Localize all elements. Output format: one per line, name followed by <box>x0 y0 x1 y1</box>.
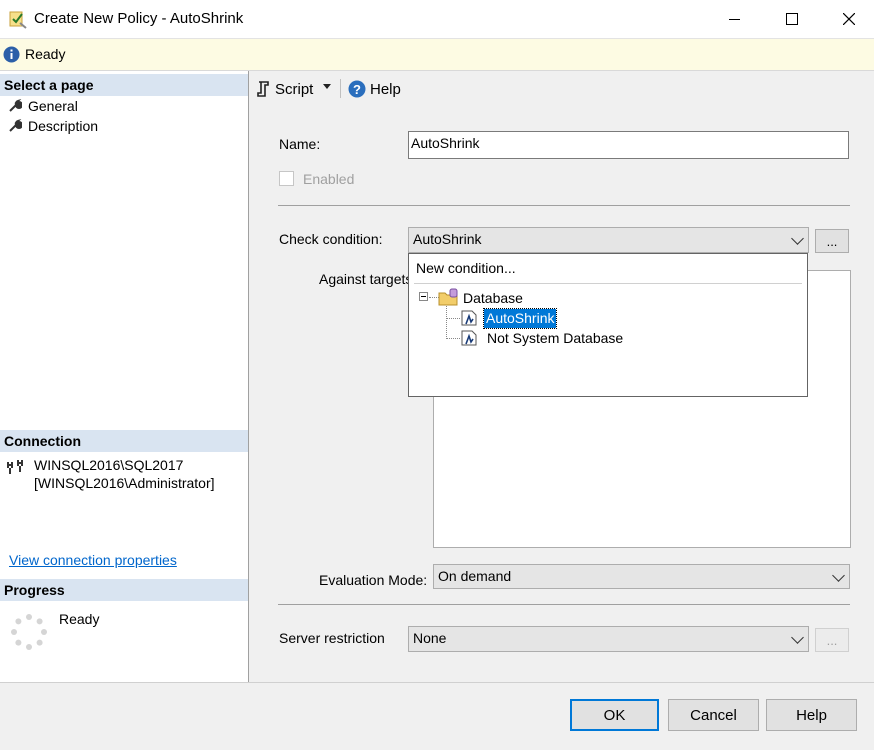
dropdown-separator <box>414 283 802 284</box>
page-general-label: General <box>28 98 78 114</box>
enabled-checkbox[interactable] <box>279 171 294 186</box>
new-condition-item[interactable]: New condition... <box>416 260 516 276</box>
divider <box>278 604 850 605</box>
tree-root-database[interactable]: Database <box>463 290 523 306</box>
condition-icon <box>461 330 477 346</box>
connection-icon <box>7 460 23 474</box>
server-restriction-value: None <box>413 630 447 646</box>
minus-icon <box>421 296 426 297</box>
condition-icon <box>461 310 477 326</box>
close-button[interactable] <box>826 0 872 38</box>
name-input[interactable]: AutoShrink <box>408 131 849 159</box>
check-condition-value: AutoShrink <box>413 231 482 247</box>
enabled-label: Enabled <box>303 171 355 187</box>
view-connection-properties-link[interactable]: View connection properties <box>9 552 177 568</box>
server-restriction-label: Server restriction <box>279 630 385 646</box>
page-description[interactable]: Description <box>8 116 98 136</box>
window-title: Create New Policy - AutoShrink <box>34 10 244 27</box>
help-icon: ? <box>348 80 366 98</box>
help-toolbar-button[interactable]: ? Help <box>348 78 401 100</box>
toolbar-separator <box>340 79 341 98</box>
check-condition-select[interactable]: AutoShrink <box>408 227 809 253</box>
wrench-icon <box>9 99 22 112</box>
script-dropdown-arrow-icon[interactable] <box>323 84 331 89</box>
status-text: Ready <box>25 46 66 62</box>
connection-user: [WINSQL2016\Administrator] <box>34 475 215 491</box>
server-restriction-select[interactable]: None <box>408 626 809 652</box>
ok-button[interactable]: OK <box>570 699 659 731</box>
minimize-icon <box>728 18 740 20</box>
progress-header: Progress <box>0 579 248 601</box>
svg-text:?: ? <box>353 82 361 97</box>
page-general[interactable]: General <box>8 96 78 116</box>
connection-server: WINSQL2016\SQL2017 <box>34 457 184 473</box>
tree-collapse-toggle[interactable] <box>419 292 428 301</box>
minimize-button[interactable] <box>711 0 757 38</box>
script-icon <box>257 81 269 97</box>
tree-item-autoshrink[interactable]: AutoShrink <box>482 308 558 329</box>
tree-item-not-system-database[interactable]: Not System Database <box>487 330 623 346</box>
chevron-down-icon <box>791 631 804 644</box>
close-icon <box>843 13 855 25</box>
tree-connector <box>446 338 460 339</box>
script-label: Script <box>275 80 314 98</box>
title-bar: Create New Policy - AutoShrink <box>0 0 874 39</box>
evaluation-mode-label: Evaluation Mode: <box>319 572 428 588</box>
progress-spinner-icon <box>11 614 47 650</box>
evaluation-mode-select[interactable]: On demand <box>433 564 850 589</box>
wrench-icon <box>9 119 22 132</box>
status-strip: Ready <box>0 39 874 71</box>
check-condition-browse-button[interactable]: ... <box>815 229 849 253</box>
check-condition-label: Check condition: <box>279 231 383 247</box>
chevron-down-icon <box>832 569 845 582</box>
check-condition-dropdown: New condition... Database AutoShrink Not… <box>408 253 808 397</box>
maximize-button[interactable] <box>769 0 815 38</box>
chevron-down-icon <box>791 232 804 245</box>
server-restriction-browse-button[interactable]: ... <box>815 628 849 652</box>
left-pane: Select a page General Description Connec… <box>0 71 249 682</box>
tree-connector <box>446 318 460 319</box>
cancel-button[interactable]: Cancel <box>668 699 759 731</box>
tree-connector <box>446 303 447 339</box>
name-label: Name: <box>279 136 321 152</box>
maximize-icon <box>786 13 798 25</box>
help-button[interactable]: Help <box>766 699 857 731</box>
help-toolbar-label: Help <box>370 80 401 98</box>
connection-header: Connection <box>0 430 248 452</box>
info-icon <box>3 46 20 63</box>
evaluation-mode-value: On demand <box>438 568 512 584</box>
progress-status: Ready <box>59 611 100 627</box>
dialog-button-bar: OK Cancel Help <box>0 682 874 750</box>
against-targets-label: Against targets <box>319 271 413 287</box>
policy-icon <box>9 11 27 29</box>
divider <box>278 205 850 206</box>
database-folder-icon <box>438 288 458 306</box>
script-button[interactable]: Script <box>255 78 313 100</box>
select-page-header: Select a page <box>0 74 248 96</box>
page-description-label: Description <box>28 118 99 134</box>
